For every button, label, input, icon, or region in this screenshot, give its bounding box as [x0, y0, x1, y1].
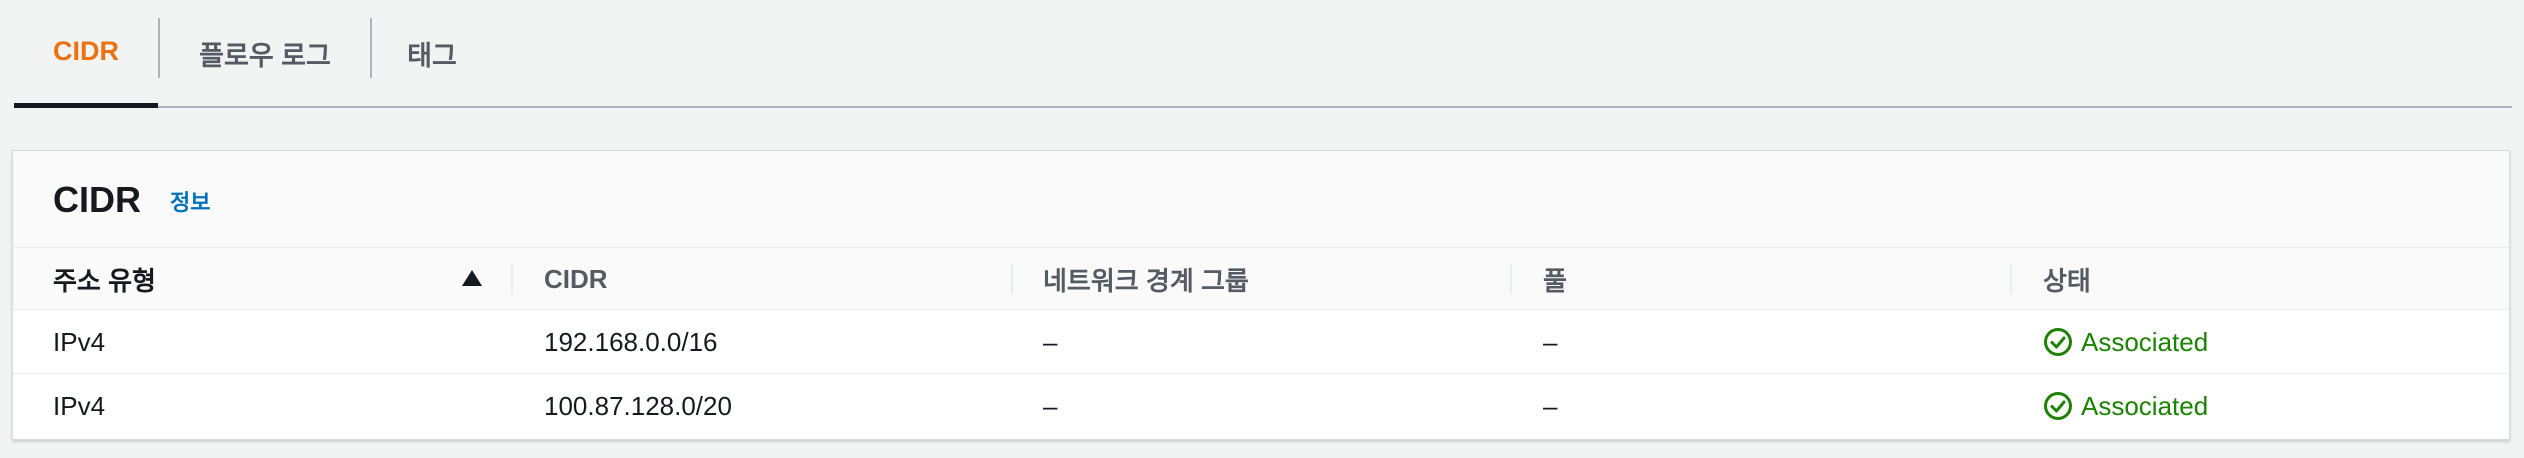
column-divider	[2010, 264, 2012, 294]
column-divider	[511, 264, 513, 294]
cell-status: Associated	[2043, 374, 2208, 438]
cell-address-type: IPv4	[53, 390, 106, 421]
sort-ascending-icon[interactable]	[462, 270, 482, 286]
column-divider	[1011, 264, 1013, 294]
cidr-panel: CIDR 정보 주소 유형 CIDR 네트워크 경계 그룹 풀 상태 IPv4 …	[12, 150, 2510, 440]
panel-header: CIDR 정보	[13, 151, 2509, 248]
panel-title: CIDR	[53, 179, 141, 220]
cell-network-border-group: –	[1043, 326, 1058, 357]
status-text: Associated	[2081, 390, 2209, 421]
check-circle-icon	[2044, 392, 2072, 420]
column-divider	[1510, 264, 1512, 294]
info-link[interactable]: 정보	[170, 189, 210, 217]
cell-cidr: 100.87.128.0/20	[544, 390, 732, 421]
cell-pool: –	[1543, 390, 1558, 421]
tab-flow-logs[interactable]: 플로우 로그	[160, 0, 370, 106]
column-header-status: 상태	[2043, 265, 2091, 296]
table-row: IPv4 192.168.0.0/16 – – Associated	[13, 310, 2509, 374]
cell-cidr: 192.168.0.0/16	[544, 326, 718, 357]
tab-bar: CIDR 플로우 로그 태그	[14, 0, 2512, 108]
cell-pool: –	[1543, 326, 1558, 357]
tab-tags[interactable]: 태그	[372, 0, 492, 106]
tab-cidr[interactable]: CIDR	[14, 0, 158, 108]
column-header-pool: 풀	[1543, 265, 1567, 296]
column-header-network-border-group: 네트워크 경계 그룹	[1043, 265, 1249, 296]
table-header: 주소 유형 CIDR 네트워크 경계 그룹 풀 상태	[13, 248, 2509, 310]
column-header-cidr: CIDR	[544, 263, 608, 294]
cell-address-type: IPv4	[53, 326, 106, 357]
check-circle-icon	[2044, 328, 2072, 356]
cell-network-border-group: –	[1043, 390, 1058, 421]
cell-status: Associated	[2043, 310, 2208, 374]
column-header-address-type[interactable]: 주소 유형	[53, 248, 493, 310]
status-text: Associated	[2081, 326, 2209, 357]
table-row: IPv4 100.87.128.0/20 – – Associated	[13, 374, 2509, 438]
